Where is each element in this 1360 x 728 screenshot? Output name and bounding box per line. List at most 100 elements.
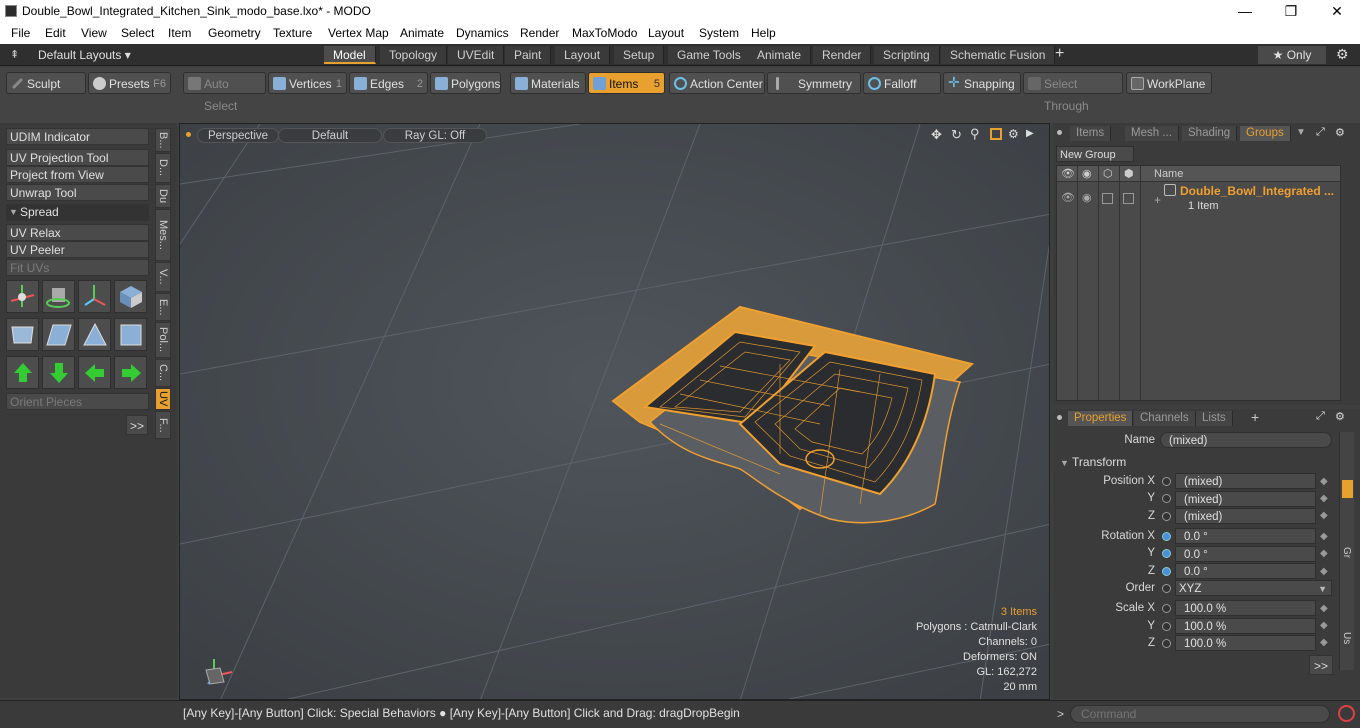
minimize-button[interactable]: —	[1222, 0, 1268, 23]
menu-help[interactable]: Help	[751, 26, 776, 40]
arrow-right-icon[interactable]	[114, 356, 147, 389]
menu-maxtomodo[interactable]: MaxToModo	[572, 26, 637, 40]
menu-file[interactable]: File	[11, 26, 30, 40]
tab-shading[interactable]: Shading	[1182, 126, 1238, 141]
rotation-x-radio[interactable]	[1162, 532, 1171, 541]
props-more-button[interactable]: >>	[1309, 655, 1333, 675]
tab-game-tools[interactable]: Game Tools	[668, 46, 751, 64]
add-props-tab-button[interactable]: +	[1251, 409, 1259, 425]
zoom-icon[interactable]: ⚲	[970, 126, 980, 142]
raygl-toggle[interactable]: Ray GL: Off	[383, 128, 487, 143]
menu-select[interactable]: Select	[121, 26, 154, 40]
side-tab-groups[interactable]: Gr	[1341, 547, 1352, 558]
menu-animate[interactable]: Animate	[400, 26, 444, 40]
vtab-duplicate[interactable]: Du	[155, 184, 171, 208]
order-dropdown[interactable]: XYZ ▼	[1175, 580, 1332, 596]
menu-dynamics[interactable]: Dynamics	[456, 26, 509, 40]
viewport-canvas[interactable]	[180, 124, 1050, 700]
key-icon[interactable]: ◆	[1320, 620, 1328, 631]
menu-layout[interactable]: Layout	[648, 26, 684, 40]
scale-x-radio[interactable]	[1162, 604, 1171, 613]
tab-paint[interactable]: Paint	[505, 46, 552, 64]
menu-geometry[interactable]: Geometry	[208, 26, 261, 40]
position-x-radio[interactable]	[1162, 477, 1171, 486]
tab-layout[interactable]: Layout	[555, 46, 611, 64]
arrow-up-icon[interactable]	[6, 356, 39, 389]
position-z-field[interactable]: (mixed)	[1175, 508, 1316, 524]
tab-setup[interactable]: Setup	[614, 46, 665, 64]
vtab-edge[interactable]: E...	[155, 293, 171, 321]
tab-lists[interactable]: Lists	[1196, 411, 1233, 426]
default-layouts-dropdown[interactable]: Default Layouts ▾	[38, 48, 131, 62]
tab-topology[interactable]: Topology	[380, 46, 448, 64]
select-through-button[interactable]: Select Through	[1023, 72, 1123, 113]
sculpt-button[interactable]: Sculpt	[6, 72, 86, 94]
workplane-button[interactable]: WorkPlane	[1126, 72, 1212, 94]
group-row[interactable]: 👁 ◉ + Double_Bowl_Integrated ... 1 Item	[1057, 183, 1340, 215]
tab-properties[interactable]: Properties	[1068, 411, 1134, 426]
lock-toggle[interactable]	[1102, 193, 1113, 204]
uv-peeler-button[interactable]: UV Peeler	[6, 241, 149, 258]
gear-icon[interactable]: ⚙	[1336, 46, 1349, 63]
falloff-button[interactable]: Falloff	[863, 72, 941, 94]
uv-relax-button[interactable]: UV Relax	[6, 224, 149, 241]
key-icon[interactable]: ◆	[1320, 603, 1328, 614]
key-icon[interactable]: ◆	[1320, 476, 1328, 487]
action-center-button[interactable]: Action Center	[669, 72, 765, 94]
key-icon[interactable]: ◆	[1320, 493, 1328, 504]
scale-x-field[interactable]: 100.0 %	[1175, 600, 1316, 616]
uv-box-icon[interactable]	[114, 280, 147, 313]
render-toggle-icon[interactable]: ◉	[1082, 191, 1092, 204]
select-column-icon[interactable]: ⬢	[1124, 167, 1134, 180]
lock-column-icon[interactable]: ⬡	[1103, 167, 1113, 180]
position-x-field[interactable]: (mixed)	[1175, 473, 1316, 489]
menu-system[interactable]: System	[699, 26, 739, 40]
render-column-icon[interactable]: ◉	[1082, 167, 1092, 180]
add-tab-button[interactable]: +	[1055, 45, 1064, 63]
vertices-button[interactable]: Vertices 1	[268, 72, 347, 94]
spread-section[interactable]: ▼ Spread	[6, 204, 149, 221]
arrow-down-icon[interactable]	[42, 356, 75, 389]
vtab-uv[interactable]: UV	[155, 388, 171, 410]
shading-default-dropdown[interactable]: Default	[278, 128, 382, 143]
project-from-view-button[interactable]: Project from View	[6, 166, 149, 183]
presets-button[interactable]: Presets F6	[88, 72, 171, 94]
polygons-button[interactable]: Polygons	[430, 72, 501, 94]
uv-planar-icon[interactable]	[42, 318, 75, 351]
tab-scripting[interactable]: Scripting	[874, 46, 940, 64]
order-radio[interactable]	[1162, 584, 1171, 593]
vtab-polygon[interactable]: Pol...	[155, 322, 171, 358]
select-toggle[interactable]	[1123, 193, 1134, 204]
panel-maximize-icon[interactable]: ⤢	[1316, 126, 1325, 139]
fit-uvs-button[interactable]: Fit UVs	[6, 259, 149, 276]
menu-view[interactable]: View	[81, 26, 107, 40]
panel-options-icon[interactable]	[1057, 130, 1062, 135]
expand-group-icon[interactable]: +	[1154, 193, 1161, 207]
key-icon[interactable]: ◆	[1320, 510, 1328, 521]
key-icon[interactable]: ◆	[1320, 548, 1328, 559]
viewport-settings-icon[interactable]: ⚙	[1008, 127, 1019, 141]
tab-items[interactable]: Items	[1070, 126, 1112, 141]
orient-pieces-button[interactable]: Orient Pieces	[6, 393, 149, 410]
rotation-z-radio[interactable]	[1162, 567, 1171, 576]
scale-y-radio[interactable]	[1162, 622, 1171, 631]
menu-render[interactable]: Render	[520, 26, 559, 40]
side-tab-user[interactable]: Us	[1341, 632, 1352, 644]
viewport-expand-icon[interactable]: ▶	[1026, 128, 1034, 139]
udim-indicator-button[interactable]: UDIM Indicator	[6, 128, 149, 145]
scale-z-field[interactable]: 100.0 %	[1175, 635, 1316, 651]
side-tab-active[interactable]	[1342, 480, 1353, 498]
items-button[interactable]: Items 5	[588, 72, 665, 94]
key-icon[interactable]: ◆	[1320, 531, 1328, 542]
vtab-mesh-edit[interactable]: Mes...	[155, 209, 171, 261]
visibility-toggle-icon[interactable]: 👁	[1061, 191, 1075, 204]
uv-pyramid-icon[interactable]	[78, 318, 111, 351]
perspective-dropdown[interactable]: Perspective	[197, 128, 279, 143]
menu-edit[interactable]: Edit	[45, 26, 66, 40]
uv-move-icon[interactable]	[78, 280, 111, 313]
only-toggle[interactable]: ★ Only	[1258, 46, 1326, 64]
edges-button[interactable]: Edges 2	[349, 72, 428, 94]
vtab-basic[interactable]: B...	[155, 128, 171, 152]
tab-render[interactable]: Render	[813, 46, 872, 64]
maximize-button[interactable]: ❐	[1268, 0, 1314, 23]
